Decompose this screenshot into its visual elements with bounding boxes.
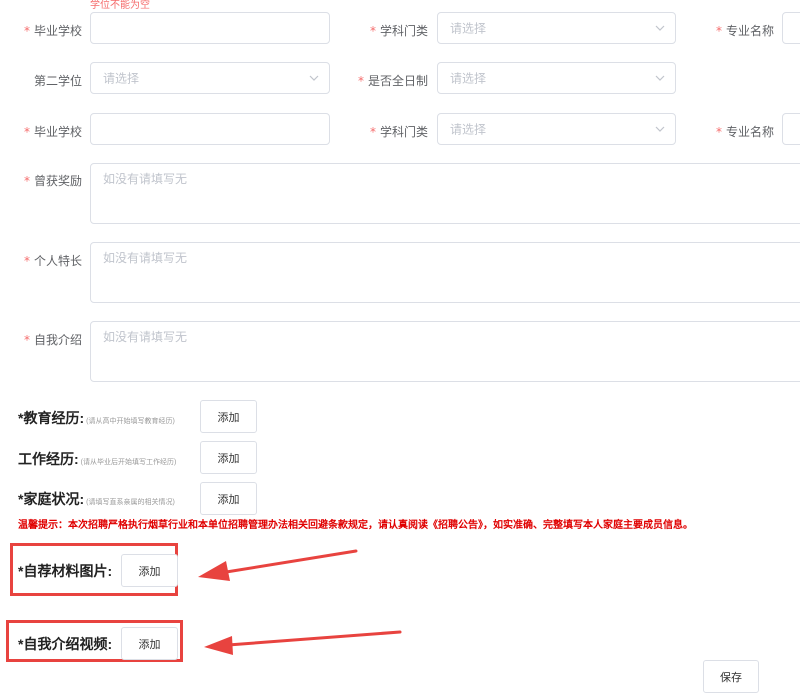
annotation-arrows	[198, 549, 402, 655]
arrow-to-materials	[198, 549, 358, 581]
arrow-to-video	[204, 630, 402, 655]
save-button[interactable]: 保存	[703, 660, 759, 693]
